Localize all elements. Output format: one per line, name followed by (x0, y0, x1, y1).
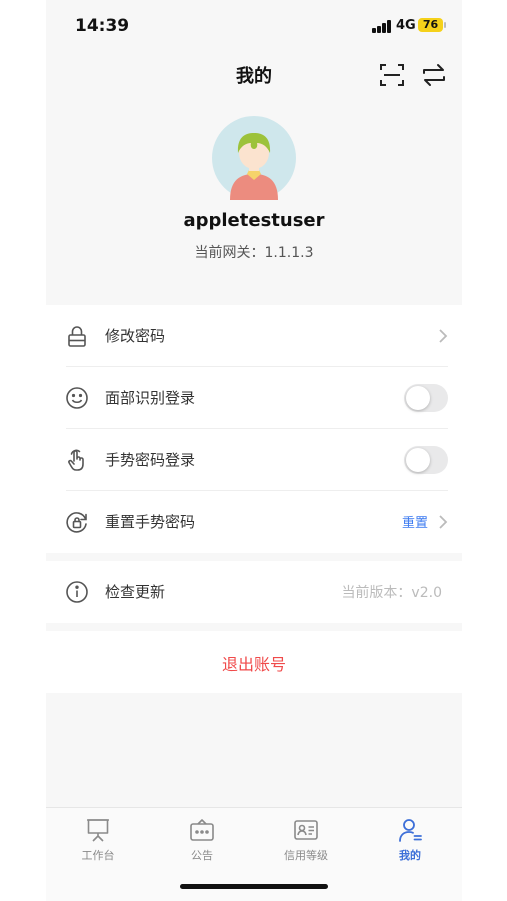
gesture-login-row: 手势密码登录 (46, 429, 462, 491)
avatar (212, 116, 296, 200)
chevron-right-icon (439, 329, 448, 343)
tab-label: 公告 (191, 849, 213, 862)
gateway-info: 当前网关：1.1.1.3 (194, 245, 314, 261)
toggle-knob (406, 448, 430, 472)
logout-button[interactable]: 退出账号 (46, 651, 462, 675)
reset-link[interactable]: 重置 (402, 512, 428, 531)
face-login-row: 面部识别登录 (46, 367, 462, 429)
home-indicator (180, 884, 328, 889)
face-login-label: 面部识别登录 (105, 389, 196, 407)
battery-cap (444, 22, 446, 28)
reset-lock-icon (66, 512, 87, 533)
tab-label: 工作台 (81, 849, 115, 862)
status-bar: 14:39 4G 76 (46, 0, 462, 50)
tab-workbench[interactable]: 工作台 (46, 808, 150, 868)
update-card: 检查更新 当前版本：v2.0 (46, 561, 462, 623)
tab-credit-level[interactable]: 信用等级 (254, 808, 358, 868)
id-card-icon (294, 820, 318, 840)
reset-gesture-label: 重置手势密码 (105, 513, 196, 531)
announcement-icon (190, 819, 214, 841)
switch-icon[interactable] (421, 62, 447, 88)
toggle-knob (406, 386, 430, 410)
logout-card: 退出账号 (46, 631, 462, 693)
tab-mine[interactable]: 我的 (358, 808, 462, 868)
change-password-label: 修改密码 (105, 327, 166, 345)
hand-icon (68, 449, 84, 471)
chevron-right-icon (439, 515, 448, 529)
tab-announcement[interactable]: 公告 (150, 808, 254, 868)
current-version: 当前版本：v2.0 (341, 585, 442, 601)
gesture-login-toggle[interactable] (404, 446, 448, 474)
tab-label: 信用等级 (284, 849, 328, 862)
person-icon (399, 819, 422, 842)
info-icon (66, 581, 88, 603)
check-update-row[interactable]: 检查更新 当前版本：v2.0 (46, 561, 462, 623)
change-password-row[interactable]: 修改密码 (46, 305, 462, 367)
network-type: 4G (396, 18, 416, 33)
settings-card: 修改密码 面部识别登录 手势密码登录 重置手势密码 重置 (46, 305, 462, 553)
lock-icon (68, 326, 86, 347)
phone-screen: 14:39 4G 76 我的 appletestuser 当前网关：1.1.1.… (46, 0, 462, 901)
check-update-label: 检查更新 (105, 583, 166, 601)
face-login-toggle[interactable] (404, 384, 448, 412)
workbench-icon (87, 819, 109, 842)
battery-icon: 76 (418, 18, 443, 32)
username: appletestuser (183, 210, 325, 231)
smile-icon (66, 387, 88, 409)
signal-icon (372, 20, 394, 33)
gesture-login-label: 手势密码登录 (105, 451, 196, 469)
tab-label: 我的 (399, 849, 421, 862)
reset-gesture-row[interactable]: 重置手势密码 重置 (46, 491, 462, 553)
status-time: 14:39 (75, 16, 130, 36)
scan-icon[interactable] (379, 62, 405, 88)
